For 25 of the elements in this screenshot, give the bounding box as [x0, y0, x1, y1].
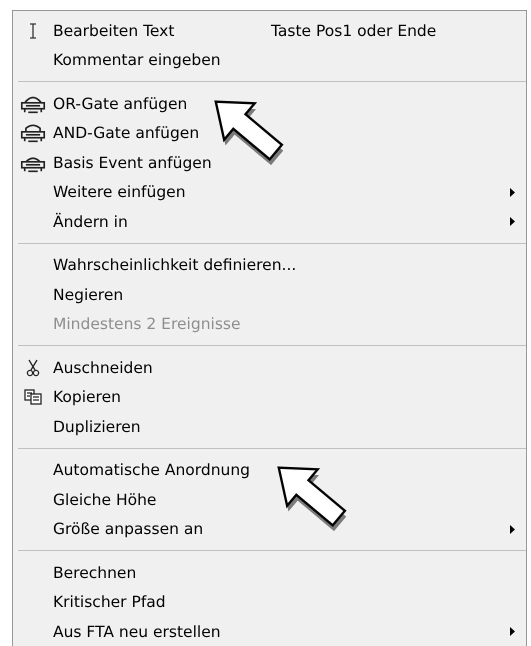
pointer-arrow: [277, 466, 347, 532]
scissors-icon: [26, 358, 40, 377]
menu-item[interactable]: Aus FTA neu erstellen: [53, 622, 221, 641]
menu-item[interactable]: Kopieren: [53, 388, 121, 406]
menu-item[interactable]: Basis Event anfügen: [53, 154, 212, 172]
menu-item[interactable]: Ändern in: [53, 212, 128, 231]
copy-icon: [24, 389, 42, 406]
gate-icon: [20, 122, 46, 144]
menu-item[interactable]: Auschneiden: [53, 358, 153, 377]
menu-item[interactable]: Kritischer Pfad: [53, 593, 166, 612]
menu-item[interactable]: Automatische Anordnung: [53, 461, 250, 480]
menu-item[interactable]: Bearbeiten Text: [53, 22, 174, 40]
menu-item[interactable]: OR-Gate anfügen: [53, 94, 188, 113]
menu-item[interactable]: Duplizieren: [53, 418, 141, 436]
menu-item[interactable]: Weitere einfügen: [53, 183, 186, 202]
shortcut-text: Taste Pos1 oder Ende: [271, 22, 436, 40]
menu-item[interactable]: Kommentar eingeben: [53, 51, 221, 70]
menu-item[interactable]: Negieren: [53, 286, 124, 304]
menu-item[interactable]: Größe anpassen an: [53, 520, 204, 538]
menu-item[interactable]: Berechnen: [53, 564, 136, 582]
text-cursor-icon: [28, 22, 38, 39]
pointer-arrow: [214, 100, 284, 165]
menu-item[interactable]: Wahrscheinlichkeit definieren...: [53, 256, 296, 274]
menu-item[interactable]: Gleiche Höhe: [53, 490, 156, 509]
menu-item[interactable]: AND-Gate anfügen: [53, 124, 200, 142]
